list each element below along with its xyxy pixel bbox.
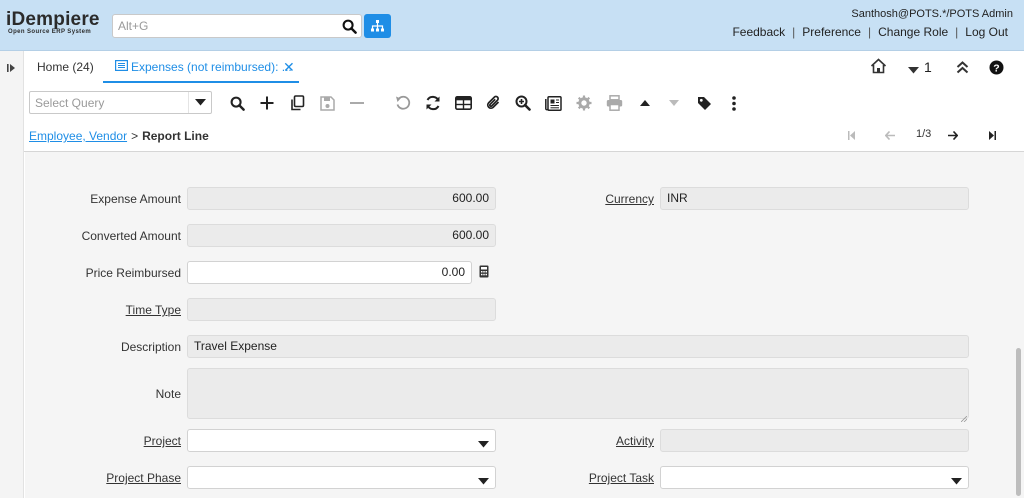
search-icon[interactable] (226, 92, 248, 114)
print-icon[interactable] (603, 92, 625, 114)
window-icon (115, 60, 129, 74)
chevron-down-icon[interactable] (478, 474, 489, 488)
select-query-input[interactable] (30, 92, 188, 113)
change-role-link[interactable]: Change Role (871, 25, 955, 39)
grid-toggle-icon[interactable] (452, 92, 474, 114)
previous-record-icon[interactable] (884, 130, 895, 143)
close-icon[interactable]: ✕ (283, 59, 295, 76)
price-reimbursed-field[interactable]: 0.00 (187, 261, 472, 284)
description-field[interactable]: Travel Expense (187, 335, 969, 358)
tab-home[interactable]: Home (24) (37, 60, 94, 74)
expense-amount-label: Expense Amount (90, 192, 181, 206)
sitemap-icon (371, 20, 384, 32)
breadcrumb-separator: > (131, 129, 139, 143)
select-query-combobox (29, 91, 212, 114)
note-label: Note (155, 387, 181, 401)
delete-icon[interactable] (346, 92, 368, 114)
new-record-icon[interactable] (256, 92, 278, 114)
app-header: iDempiere Open Source ERP System Santhos… (0, 0, 1024, 51)
note-textarea[interactable] (187, 368, 969, 419)
report-icon[interactable] (542, 92, 564, 114)
project-task-label[interactable]: Project Task (589, 471, 654, 485)
price-reimbursed-label: Price Reimbursed (85, 266, 181, 280)
chevron-down-icon[interactable] (478, 437, 489, 451)
process-icon[interactable] (573, 92, 595, 114)
tab-label: Expenses (not reimbursed): ... (131, 60, 292, 74)
breadcrumb: Employee, Vendor > Report Line (29, 129, 209, 143)
header-links: Feedback | Preference | Change Role | Lo… (725, 25, 1015, 39)
collapse-header-icon[interactable] (956, 61, 969, 77)
user-info[interactable]: Santhosh@POTS.*/POTS Admin (851, 8, 1013, 20)
copy-icon[interactable] (286, 92, 308, 114)
preference-link[interactable]: Preference (795, 25, 868, 39)
time-type-label[interactable]: Time Type (126, 303, 181, 317)
resize-handle-icon[interactable] (960, 411, 968, 425)
record-position: 1/3 (916, 128, 932, 140)
description-label: Description (120, 340, 181, 354)
currency-field[interactable]: INR (660, 187, 969, 210)
converted-amount-label: Converted Amount (81, 229, 181, 243)
currency-label[interactable]: Currency (605, 192, 654, 206)
zoom-across-icon[interactable] (512, 92, 534, 114)
project-phase-select[interactable] (187, 466, 496, 489)
project-select[interactable] (187, 429, 496, 452)
vertical-scrollbar[interactable] (1016, 348, 1021, 496)
attachment-icon[interactable] (482, 92, 504, 114)
idempiere-logo[interactable]: iDempiere Open Source ERP System (6, 10, 100, 36)
activity-label[interactable]: Activity (616, 434, 654, 448)
breadcrumb-parent-link[interactable]: Employee, Vendor (29, 129, 127, 143)
logo-text: iDempiere (6, 9, 100, 30)
calculator-icon[interactable] (479, 265, 489, 281)
global-search (112, 14, 362, 38)
last-record-icon[interactable] (989, 131, 996, 143)
undo-icon[interactable] (392, 92, 414, 114)
detail-record-icon[interactable] (663, 92, 685, 114)
activity-field[interactable] (660, 429, 969, 452)
tag-icon[interactable] (693, 92, 715, 114)
project-phase-label[interactable]: Project Phase (106, 471, 181, 485)
west-panel-strip (0, 51, 24, 498)
tab-expenses[interactable]: Expenses (not reimbursed): ... ✕ (103, 51, 299, 83)
search-icon[interactable] (337, 15, 361, 37)
breadcrumb-current: Report Line (142, 129, 209, 143)
expand-panel-icon[interactable] (7, 62, 16, 76)
first-record-icon[interactable] (848, 131, 855, 143)
time-type-field[interactable] (187, 298, 496, 321)
open-window-count[interactable]: 1 (924, 59, 932, 75)
window-list-dropdown-icon[interactable] (908, 63, 919, 77)
expense-amount-field[interactable]: 600.00 (187, 187, 496, 210)
converted-amount-field[interactable]: 600.00 (187, 224, 496, 247)
more-options-icon[interactable] (723, 92, 745, 114)
chevron-down-icon[interactable] (951, 474, 962, 488)
chevron-down-icon[interactable] (188, 92, 211, 113)
project-label[interactable]: Project (144, 434, 181, 448)
project-task-select[interactable] (660, 466, 969, 489)
help-icon[interactable]: ? (989, 60, 1004, 78)
refresh-icon[interactable] (422, 92, 444, 114)
logo-tagline: Open Source ERP System (8, 29, 92, 35)
next-record-icon[interactable] (948, 130, 959, 143)
logout-link[interactable]: Log Out (958, 25, 1015, 39)
home-icon[interactable] (870, 58, 887, 77)
svg-text:?: ? (993, 62, 999, 74)
feedback-link[interactable]: Feedback (725, 25, 792, 39)
parent-record-icon[interactable] (634, 92, 656, 114)
menu-tree-button[interactable] (364, 14, 391, 38)
global-search-input[interactable] (113, 15, 337, 37)
save-icon[interactable] (316, 92, 338, 114)
